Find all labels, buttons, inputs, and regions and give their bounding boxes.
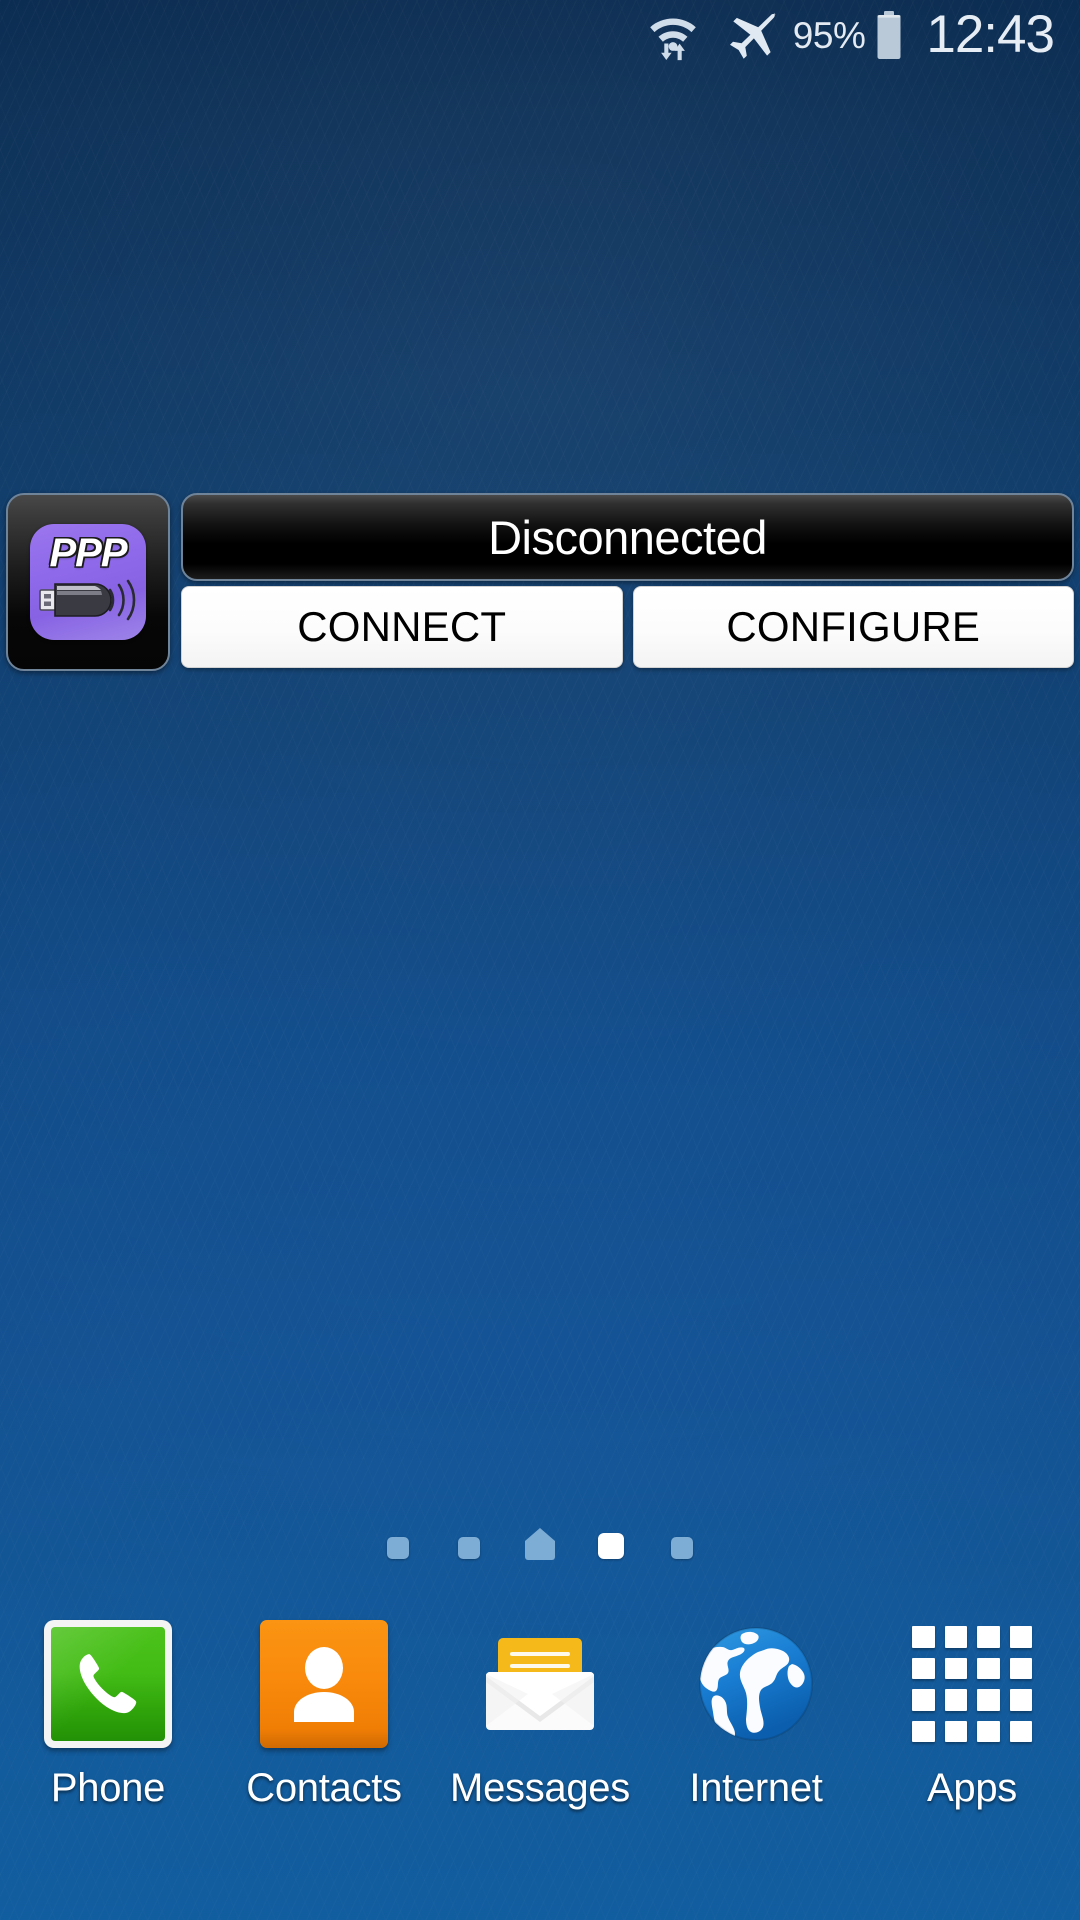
page-dot-active-icon (598, 1533, 624, 1559)
dock: Phone Contacts Messages Internet Apps (0, 1605, 1080, 1920)
messages-icon (476, 1620, 604, 1748)
ppp-connection-status-bar[interactable]: Disconnected (181, 493, 1074, 581)
connect-button[interactable]: CONNECT (181, 586, 623, 668)
dock-label-messages: Messages (450, 1766, 630, 1810)
ppp-icon-label: PPP (49, 531, 127, 575)
ppp-widget: PPP Disconnected CONNECT CONFIGURE (6, 493, 1074, 673)
page-dot-icon (458, 1537, 480, 1559)
clock-label: 12:43 (926, 5, 1055, 64)
page-indicator[interactable] (0, 1527, 1080, 1560)
dock-item-messages[interactable]: Messages (432, 1620, 648, 1811)
contacts-icon (260, 1620, 388, 1748)
configure-button[interactable]: CONFIGURE (632, 586, 1074, 668)
page-dot-5[interactable] (647, 1527, 718, 1559)
dock-item-contacts[interactable]: Contacts (216, 1620, 432, 1811)
page-dot-2[interactable] (434, 1527, 505, 1559)
ppp-widget-icon-button[interactable]: PPP (6, 493, 170, 671)
apps-grid-icon (908, 1620, 1036, 1748)
status-bar[interactable]: 95% 12:43 (0, 0, 1080, 72)
dock-item-internet[interactable]: Internet (648, 1620, 864, 1811)
page-dot-icon (387, 1537, 409, 1559)
internet-globe-icon (692, 1620, 820, 1748)
home-screen: 95% 12:43 PPP Disconnected CONNECT CONFI… (0, 0, 1080, 1920)
dock-label-contacts: Contacts (246, 1766, 402, 1810)
dock-item-apps[interactable]: Apps (864, 1620, 1080, 1811)
phone-icon (44, 1620, 172, 1748)
ppp-action-buttons: CONNECT CONFIGURE (181, 586, 1074, 668)
dock-item-phone[interactable]: Phone (0, 1620, 216, 1811)
page-dot-home[interactable] (505, 1527, 576, 1560)
battery-percent-label: 95% (792, 15, 866, 56)
wifi-transfer-icon (647, 10, 699, 62)
airplane-mode-icon (725, 11, 779, 61)
page-dot-active[interactable] (576, 1527, 647, 1559)
dock-label-internet: Internet (689, 1766, 823, 1810)
page-dot-1[interactable] (363, 1527, 434, 1559)
ppp-connection-status-text: Disconnected (488, 510, 767, 564)
dock-label-apps: Apps (927, 1766, 1017, 1810)
ppp-widget-controls: Disconnected CONNECT CONFIGURE (181, 493, 1074, 668)
ppp-widget-usb-modem-icon: PPP (30, 524, 146, 640)
dock-label-phone: Phone (50, 1766, 166, 1810)
page-dot-icon (671, 1537, 693, 1559)
battery-icon (874, 11, 904, 61)
